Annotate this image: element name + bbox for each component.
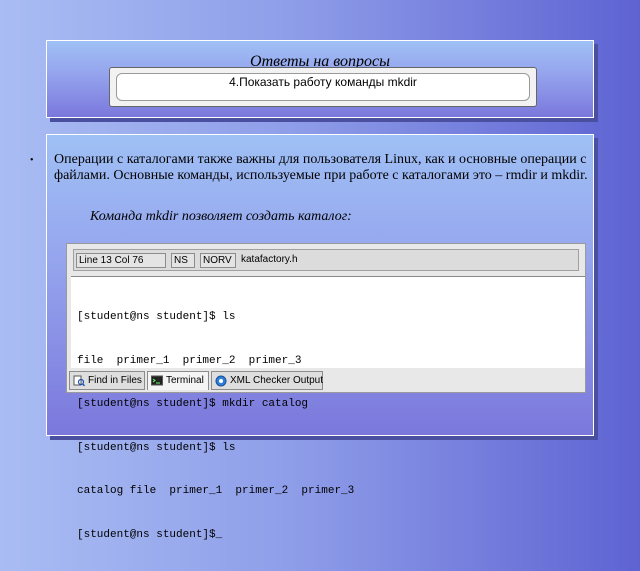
output-tabs: Find in Files Terminal XML Checker Outpu… (67, 371, 585, 391)
terminal-icon (151, 375, 163, 386)
editor-status-bar: Line 13 Col 76 NS NORV katafactory.h (73, 249, 579, 271)
xml-checker-icon (215, 375, 227, 387)
terminal-line: file primer_1 primer_2 primer_3 (77, 354, 302, 367)
terminal-line: [student@ns student]$ ls (77, 311, 236, 323)
status-cursor-position: Line 13 Col 76 (76, 253, 166, 268)
bullet-marker: • (30, 155, 34, 166)
status-file-name: katafactory.h (241, 254, 298, 265)
tab-label: Find in Files (88, 375, 142, 386)
tab-label: XML Checker Output (230, 375, 324, 386)
slide-paragraph: Операции с каталогами также важны для по… (54, 152, 588, 183)
question-box: 4.Показать работу команды mkdir (109, 67, 537, 107)
title-panel: Ответы на вопросы 4.Показать работу кома… (46, 40, 594, 118)
question-text: 4.Показать работу команды mkdir (116, 73, 530, 101)
terminal-line: [student@ns student]$ mkdir catalog (77, 398, 309, 410)
status-mode-ns: NS (171, 253, 195, 268)
terminal-line: [student@ns student]$ ls (77, 441, 236, 454)
terminal-line: catalog file primer_1 primer_2 primer_3 (77, 485, 355, 497)
terminal-output[interactable]: [student@ns student]$ ls file primer_1 p… (71, 276, 585, 541)
status-mode-norv: NORV (200, 253, 236, 268)
tab-xml-checker-output[interactable]: XML Checker Output (211, 371, 323, 390)
tab-terminal[interactable]: Terminal (147, 371, 209, 390)
tab-label: Terminal (166, 375, 204, 386)
slide-caption: Команда mkdir позволяет создать каталог: (90, 209, 352, 224)
find-in-files-icon (73, 375, 85, 387)
editor-screenshot: Line 13 Col 76 NS NORV katafactory.h [st… (66, 243, 586, 541)
terminal-line: [student@ns student]$_ (77, 528, 223, 541)
tab-find-in-files[interactable]: Find in Files (69, 371, 145, 390)
